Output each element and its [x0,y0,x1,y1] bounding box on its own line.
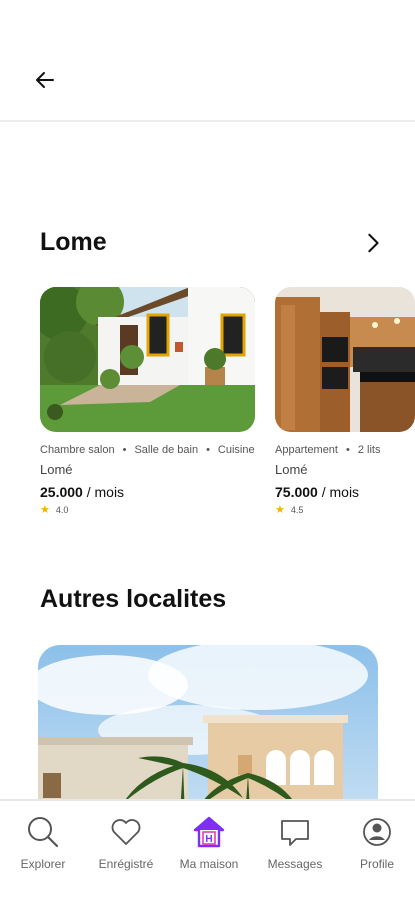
bottom-navigation: Explorer Enrégistré H Ma maison Messages… [0,799,415,900]
search-icon [28,817,59,848]
nav-label: Explorer [20,857,66,871]
feature-label: Appartement [275,444,338,456]
listing-card[interactable]: Appartement • 2 lits Lomé 75.000 / mois … [275,287,415,516]
svg-text:H: H [205,834,212,845]
star-icon: ★ [40,504,50,516]
section-title-lome: Lome [40,228,107,256]
chevron-right-icon[interactable] [362,232,384,254]
listing-price: 25.000 / mois [40,484,255,500]
house-icon: H [193,816,225,848]
price-value: 25.000 [40,484,83,500]
star-icon: ★ [275,504,285,516]
arrow-left-icon[interactable] [33,68,57,92]
nav-item-enregistre[interactable]: Enrégistré [86,815,166,871]
listing-rating: ★ 4.0 [40,503,255,516]
listing-city: Lomé [275,462,308,477]
feature-label: Salle de bain [134,444,199,456]
listing-features: Appartement • 2 lits [275,444,415,456]
rating-value: 4.5 [290,504,304,515]
rating-value: 4.0 [55,504,69,515]
price-period: / mois [86,484,125,500]
bullet: • [345,444,350,456]
user-icon [363,818,391,846]
nav-label: Enrégistré [98,857,154,871]
price-value: 75.000 [275,484,318,500]
listing-photo-kitchen[interactable] [275,287,415,432]
feature-label: Chambre salon [40,444,115,456]
listing-features: Chambre salon • Salle de bain • Cuisine [40,444,255,456]
top-bar [0,0,415,122]
listing-city: Lomé [40,462,73,477]
listing-photo-house[interactable] [40,287,255,432]
bullet: • [122,444,127,456]
price-period: / mois [321,484,360,500]
listing-rating: ★ 4.5 [275,503,415,516]
message-icon [281,820,309,846]
nav-item-ma-maison[interactable]: H Ma maison [169,815,249,871]
bullet: • [206,444,210,456]
feature-label: Cuisine [217,444,255,456]
section-title-autres: Autres localites [40,585,227,613]
nav-item-explorer[interactable]: Explorer [3,815,83,871]
nav-item-messages[interactable]: Messages [255,815,335,871]
listing-price: 75.000 / mois [275,484,415,500]
heart-icon [111,819,141,845]
listing-card[interactable]: Chambre salon • Salle de bain • Cuisine … [40,287,255,516]
nav-label: Profile [359,857,394,871]
feature-label: 2 lits [357,444,381,456]
nav-label: Ma maison [179,857,239,871]
nav-item-profile[interactable]: Profile [337,815,415,871]
nav-label: Messages [267,857,323,871]
